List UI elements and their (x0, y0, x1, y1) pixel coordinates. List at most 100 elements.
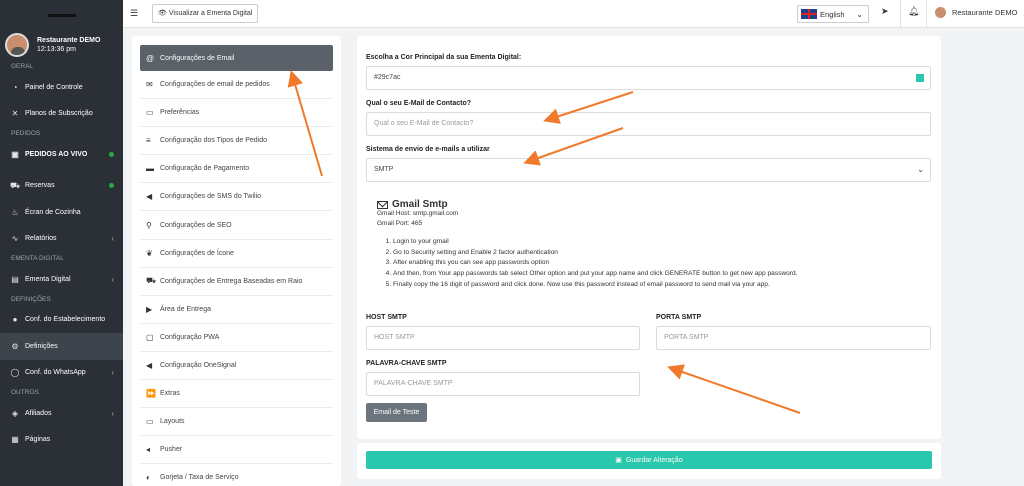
paper-plane-icon[interactable]: ➤ (881, 6, 889, 17)
settings-menu-label: Área de Entrega (160, 305, 211, 313)
port-field[interactable]: PORTA SMTP (656, 326, 931, 350)
gauge-icon: ◔ (12, 82, 18, 92)
sidebar-section: EMENTA DIGITAL (11, 255, 64, 262)
sidebar-item[interactable]: ◔ Painel de Controle (0, 74, 123, 101)
language-label: English (820, 9, 845, 19)
settings-menu-label: Gorjeta / Taxa de Serviço (160, 474, 239, 482)
chevron-down-icon: ⌄ (917, 165, 924, 174)
settings-menu-item[interactable]: @ Configurações de Email (140, 45, 333, 71)
settings-menu-item[interactable]: ◂ Pusher (140, 436, 333, 465)
sidebar-item[interactable]: ◈ Afiliados ‹ (0, 400, 123, 427)
topbar: ☰ 👁 Visualizar a Ementa Digital English … (123, 0, 1024, 28)
sidebar-nav: GERAL ◔ Painel de Controle ✕ Planos de Subsc… (0, 60, 123, 453)
cube-icon: ◈ (11, 408, 19, 418)
port-label: PORTA SMTP (656, 314, 702, 321)
settings-menu-item[interactable]: ▢ Configuração PWA (140, 324, 333, 352)
cogs-icon: ⚙ (11, 341, 19, 351)
settings-menu-label: Configurações de SMS do Twilio (160, 193, 262, 201)
settings-menu-item[interactable]: ◀ Configurações de SMS do Twilio (140, 183, 333, 212)
settings-menu-label: Configuração dos Tipos de Pedido (160, 137, 268, 145)
user-name: Restaurante DEMO (37, 37, 101, 44)
host-field[interactable]: HOST SMTP (366, 326, 640, 350)
sidebar-item[interactable]: ⛟ Reservas (0, 173, 123, 200)
email-field[interactable]: Qual o seu E-Mail de Contacto? (366, 112, 931, 136)
settings-menu-label: Configuração OneSignal (160, 361, 237, 369)
sidebar-item[interactable]: ∿ Relatórios ‹ (0, 226, 123, 253)
uk-flag-icon (801, 9, 817, 19)
chevron-left-icon: ‹ (111, 368, 114, 378)
sidebar-item[interactable]: ▤ Ementa Digital ‹ (0, 266, 123, 293)
settings-menu-label: Configurações de Email (160, 54, 235, 62)
save-card: ▣ Guardar Alteração (357, 443, 941, 479)
sidebar-item[interactable]: ▦ Páginas (0, 427, 123, 454)
settings-menu-item[interactable]: ▬ Configuração de Pagamento (140, 155, 333, 184)
settings-menu-item[interactable]: ◐ Gorjeta / Taxa de Serviço (140, 464, 333, 486)
view-menu-button[interactable]: 👁 Visualizar a Ementa Digital (152, 4, 259, 23)
settings-menu-label: Configurações de email de pedidos (160, 81, 270, 89)
topbar-user-name: Restaurante DEMO (952, 8, 1018, 17)
sidebar-item[interactable]: ▣ PEDIDOS AO VIVO (0, 141, 123, 168)
bell-icon: ▣ (11, 149, 19, 159)
sidebar-item[interactable]: ✕ Planos de Subscrição (0, 101, 123, 128)
settings-menu-label: Configurações de SEO (160, 221, 232, 229)
sidebar-item-label: Planos de Subscrição (25, 110, 93, 118)
gmail-step: After enabling this you can see app pass… (393, 258, 798, 269)
test-email-button[interactable]: Email de Teste (366, 403, 427, 422)
topbar-user[interactable]: Restaurante DEMO (935, 7, 1017, 18)
password-field[interactable]: PALAVRA-CHAVE SMTP (366, 372, 640, 396)
settings-menu-item[interactable]: ▭ Layouts (140, 408, 333, 437)
forward-icon: ⏩ (146, 389, 156, 399)
layout-icon: ▭ (146, 417, 154, 427)
truck-icon: ⛟ (146, 276, 157, 286)
push-icon: ◂ (146, 445, 151, 455)
sidebar-item-label: Reservas (25, 182, 55, 190)
settings-menu-item[interactable]: ⛟ Configurações de Entrega Baseadas em Ra… (140, 268, 333, 296)
settings-menu-label: Configuração PWA (160, 333, 220, 341)
floppy-icon: ▣ (615, 457, 622, 464)
list-icon: ≡ (146, 136, 151, 146)
mail-system-select[interactable]: SMTP ⌄ (366, 158, 931, 182)
sidebar-section: DEFINIÇÕES (11, 295, 51, 303)
at-icon: @ (146, 53, 155, 63)
sidebar-item-label: Definições (25, 342, 58, 350)
system-label: Sistema de envio de e-mails a utilizar (366, 146, 490, 153)
sidebar-item-label: Painel de Controle (25, 83, 83, 91)
sidebar-section: GERAL (11, 63, 34, 70)
user-circle-icon: ● (12, 315, 18, 325)
settings-menu-label: Configuração de Pagamento (160, 165, 250, 173)
sidebar-item[interactable]: ♨ Écran de Cozinha (0, 199, 123, 226)
save-label: Guardar Alteração (625, 456, 683, 464)
save-button[interactable]: ▣ Guardar Alteração (366, 451, 932, 469)
fire-icon: ♨ (11, 207, 19, 217)
eye-icon: 👁 (158, 10, 167, 17)
sidebar-item[interactable]: ● Conf. do Estabelecimento (0, 307, 123, 334)
sidebar-item-label: Relatórios (25, 235, 57, 243)
gmail-step: Finally copy the 16 digit of password an… (393, 280, 798, 291)
menu-book-icon: ▤ (11, 274, 19, 284)
color-swatch[interactable] (916, 74, 924, 82)
user-time: 12:13:36 pm (37, 46, 76, 53)
host-label: HOST SMTP (366, 314, 407, 321)
bell-icon[interactable]: 🔔︎ (908, 6, 919, 17)
settings-menu-item[interactable]: ✉ Configurações de email de pedidos (140, 71, 333, 100)
window-icon: ▢ (146, 332, 154, 342)
settings-menu-item[interactable]: ≡ Configuração dos Tipos de Pedido (140, 127, 333, 156)
color-value: #29c7ac (374, 74, 401, 81)
credit-card-icon: ▬ (146, 164, 154, 174)
hamburger-icon[interactable]: ☰ (130, 8, 138, 19)
language-select[interactable]: English ⌄ (797, 5, 869, 23)
settings-menu-item[interactable]: ▶ Área de Entrega (140, 296, 333, 324)
settings-menu-item[interactable]: ❦ Configurações de Ícone (140, 240, 333, 268)
settings-menu-item[interactable]: ⚲ Configurações de SEO (140, 211, 333, 240)
view-menu-label: Visualizar a Ementa Digital (168, 10, 253, 17)
sidebar-item[interactable]: ⚙ Definições (0, 333, 123, 360)
settings-menu: @ Configurações de Email ✉ Configurações de… (132, 36, 341, 486)
chevron-left-icon: ‹ (111, 408, 114, 418)
sidebar-item-label: Ementa Digital (25, 275, 71, 283)
chart-icon: ∿ (11, 234, 19, 244)
color-input[interactable]: #29c7ac (366, 66, 931, 90)
sidebar-item[interactable]: ◯ Conf. do WhatsApp ‹ (0, 360, 123, 387)
settings-menu-item[interactable]: ◀ Configuração OneSignal (140, 352, 333, 381)
settings-menu-item[interactable]: ▭ Preferências (140, 99, 333, 128)
settings-menu-item[interactable]: ⏩ Extras (140, 380, 333, 409)
